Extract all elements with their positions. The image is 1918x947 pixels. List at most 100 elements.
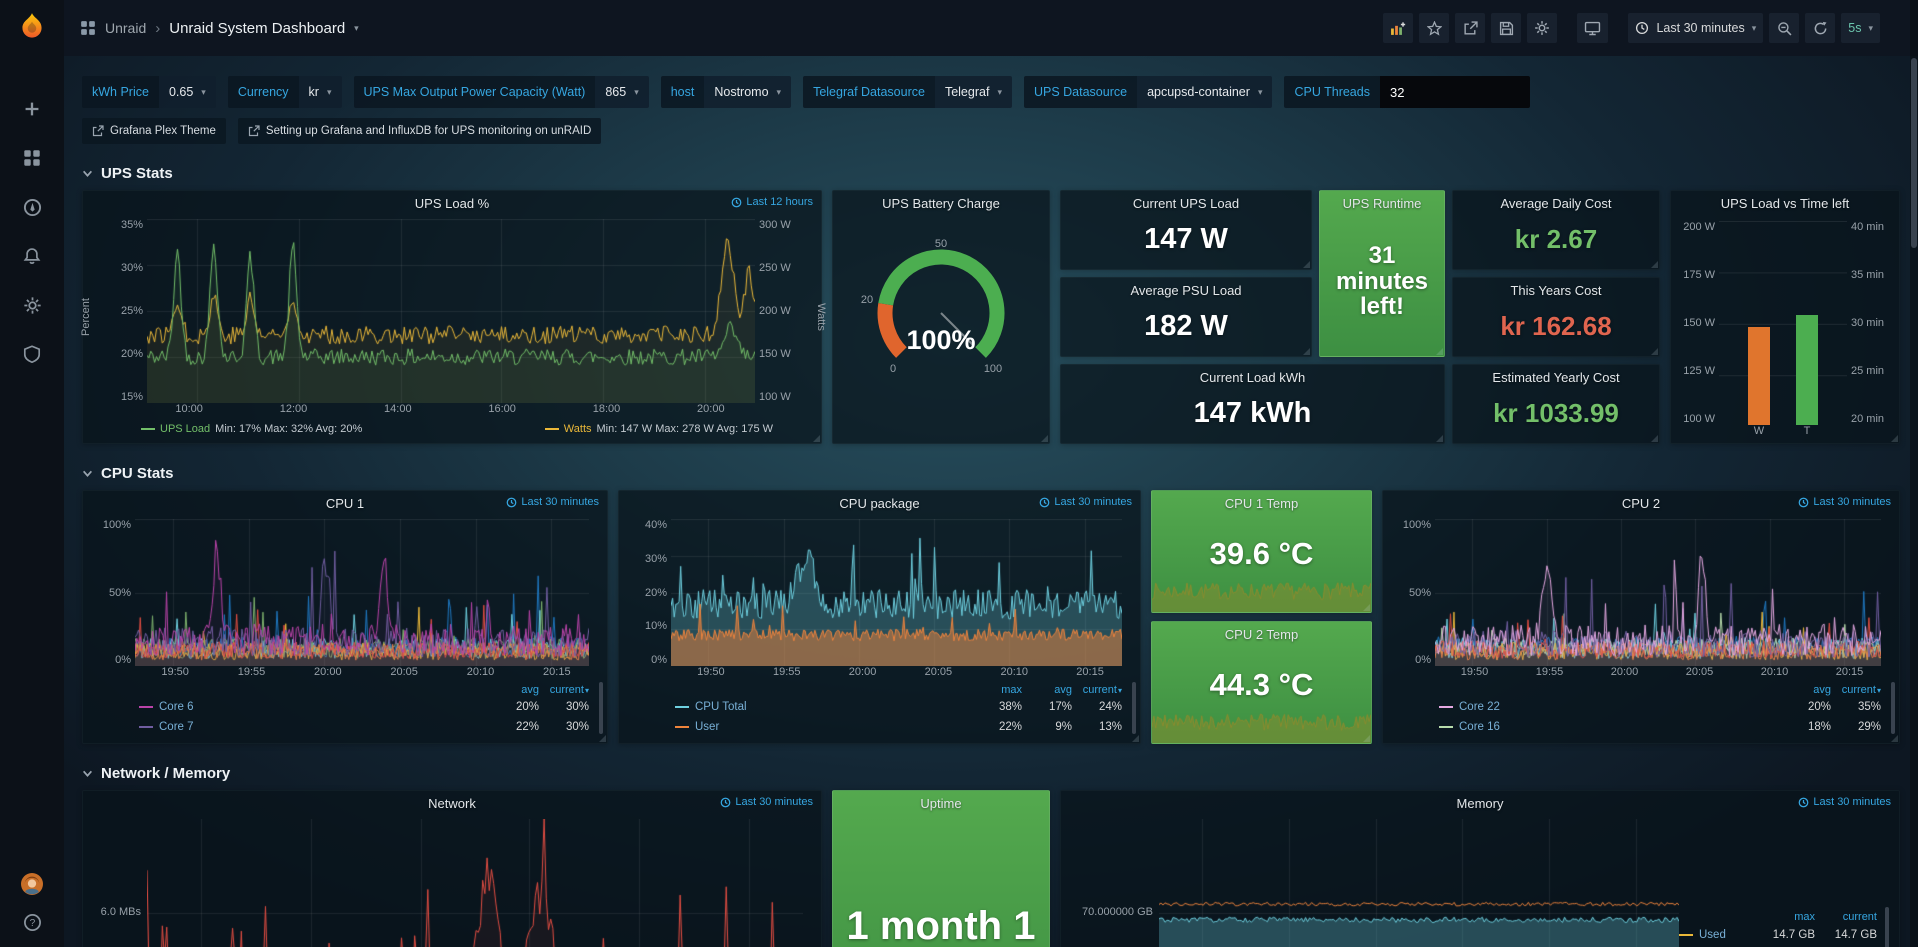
panel-resize-handle[interactable] [1891, 435, 1898, 442]
panel-title[interactable]: CPU 2 Temp [1225, 627, 1298, 642]
star-dashboard-button[interactable] [1419, 13, 1449, 43]
sidebar-item-configuration[interactable] [21, 294, 43, 316]
legend-scrollbar[interactable] [1885, 907, 1889, 947]
refresh-button[interactable] [1805, 13, 1835, 43]
panel-title[interactable]: UPS Battery Charge [882, 196, 1000, 211]
legend-col-max[interactable]: max [1753, 911, 1815, 923]
variable-value-dropdown[interactable]: 0.65▾ [159, 76, 216, 108]
legend-col-avg[interactable]: avg [489, 684, 539, 696]
series-name[interactable]: UPS Load [160, 423, 210, 435]
panel-resize-handle[interactable] [1363, 604, 1370, 611]
legend-col-current[interactable]: current▾ [539, 684, 589, 696]
bar-time-left [1796, 315, 1818, 425]
time-series-canvas[interactable] [1435, 519, 1881, 666]
panel-resize-handle[interactable] [1891, 735, 1898, 742]
legend-col-avg[interactable]: avg [1781, 684, 1831, 696]
panel-resize-handle[interactable] [599, 735, 606, 742]
sidebar-item-dashboards[interactable] [21, 147, 43, 169]
sidebar-item-create[interactable] [21, 98, 43, 120]
series-name[interactable]: CPU Total [695, 701, 747, 713]
series-name[interactable]: Core 22 [1459, 701, 1500, 713]
panel-resize-handle[interactable] [1303, 348, 1310, 355]
panel-resize-handle[interactable] [1436, 348, 1443, 355]
gear-icon [1534, 20, 1550, 36]
share-dashboard-button[interactable] [1455, 13, 1485, 43]
dashboard-link-ups-monitoring-guide[interactable]: Setting up Grafana and InfluxDB for UPS … [238, 118, 601, 144]
legend-scrollbar[interactable] [599, 682, 603, 734]
panel-title[interactable]: UPS Load % [415, 196, 489, 211]
legend-col-current[interactable]: current [1815, 911, 1877, 923]
panel-title[interactable]: CPU 1 Temp [1225, 496, 1298, 511]
sidebar-item-server-admin[interactable] [21, 343, 43, 365]
cpu-threads-input[interactable] [1380, 76, 1530, 108]
panel-title[interactable]: CPU 1 [326, 496, 364, 511]
series-name[interactable]: Used [1699, 929, 1726, 941]
legend-col-current[interactable]: current▾ [1072, 684, 1122, 696]
panel-title[interactable]: This Years Cost [1510, 283, 1601, 298]
panel-title[interactable]: Average PSU Load [1130, 283, 1241, 298]
time-series-canvas[interactable] [147, 219, 755, 403]
y-tick: 100% [93, 519, 131, 531]
page-scrollbar[interactable] [1910, 0, 1918, 947]
time-range-picker[interactable]: Last 30 minutes ▾ [1628, 13, 1763, 43]
panel-title[interactable]: Current UPS Load [1133, 196, 1239, 211]
series-name[interactable]: Core 6 [159, 701, 194, 713]
dashboard-link-plex-theme[interactable]: Grafana Plex Theme [82, 118, 226, 144]
user-avatar[interactable] [21, 873, 43, 895]
time-series-canvas[interactable] [147, 819, 803, 947]
panel-title[interactable]: UPS Runtime [1343, 196, 1422, 211]
variable-value-dropdown[interactable]: Telegraf▾ [935, 76, 1012, 108]
panel-title[interactable]: Estimated Yearly Cost [1492, 370, 1619, 385]
row-header-cpu-stats[interactable]: CPU Stats [82, 458, 1900, 488]
legend-col-max[interactable]: max [972, 684, 1022, 696]
cycle-view-mode-button[interactable] [1577, 13, 1608, 43]
breadcrumb-dashboard-title[interactable]: Unraid System Dashboard [169, 20, 345, 37]
series-name[interactable]: Watts [564, 423, 592, 435]
panel-resize-handle[interactable] [1132, 735, 1139, 742]
panel-network: Network Last 30 minutes 6.0 MBs 4.0 MBs … [82, 790, 822, 947]
panel-title[interactable]: CPU 2 [1622, 496, 1660, 511]
legend-scrollbar[interactable] [1132, 682, 1136, 734]
panel-resize-handle[interactable] [813, 435, 820, 442]
panel-resize-handle[interactable] [1041, 435, 1048, 442]
legend-col-avg[interactable]: avg [1022, 684, 1072, 696]
row-header-ups-stats[interactable]: UPS Stats [82, 158, 1900, 188]
legend-col-current[interactable]: current▾ [1831, 684, 1881, 696]
refresh-interval-picker[interactable]: 5s ▾ [1841, 13, 1880, 43]
breadcrumb-app[interactable]: Unraid [105, 20, 146, 36]
variable-value-dropdown[interactable]: 865▾ [595, 76, 648, 108]
panel-resize-handle[interactable] [1363, 735, 1370, 742]
panel-title[interactable]: CPU package [839, 496, 919, 511]
time-series-canvas[interactable] [1159, 819, 1679, 947]
help-button[interactable]: ? [21, 911, 43, 933]
save-dashboard-button[interactable] [1491, 13, 1521, 43]
panel-resize-handle[interactable] [1651, 261, 1658, 268]
zoom-out-button[interactable] [1769, 13, 1799, 43]
series-name[interactable]: Core 16 [1459, 721, 1500, 733]
panel-resize-handle[interactable] [1651, 435, 1658, 442]
time-series-canvas[interactable] [135, 519, 589, 666]
sidebar-item-alerting[interactable] [21, 245, 43, 267]
variable-value-dropdown[interactable]: apcupsd-container▾ [1137, 76, 1272, 108]
panel-resize-handle[interactable] [1303, 261, 1310, 268]
panel-title[interactable]: Memory [1457, 796, 1504, 811]
legend-scrollbar[interactable] [1891, 682, 1895, 734]
row-header-network-memory[interactable]: Network / Memory [82, 758, 1900, 788]
panel-title[interactable]: Current Load kWh [1200, 370, 1306, 385]
panel-title[interactable]: Average Daily Cost [1500, 196, 1611, 211]
grafana-logo-icon[interactable] [0, 0, 64, 56]
sidebar-item-explore[interactable] [21, 196, 43, 218]
panel-resize-handle[interactable] [1436, 435, 1443, 442]
series-name[interactable]: Core 7 [159, 721, 194, 733]
add-panel-button[interactable] [1383, 13, 1413, 43]
panel-resize-handle[interactable] [1651, 348, 1658, 355]
variable-value-dropdown[interactable]: kr▾ [299, 76, 342, 108]
panel-title[interactable]: Network [428, 796, 476, 811]
dashboard-settings-button[interactable] [1527, 13, 1557, 43]
variable-value-dropdown[interactable]: Nostromo▾ [704, 76, 791, 108]
panel-title[interactable]: Uptime [920, 796, 961, 811]
series-name[interactable]: User [695, 721, 719, 733]
time-series-canvas[interactable] [671, 519, 1122, 666]
panel-title[interactable]: UPS Load vs Time left [1721, 196, 1850, 211]
page-scrollbar-thumb[interactable] [1911, 58, 1917, 248]
